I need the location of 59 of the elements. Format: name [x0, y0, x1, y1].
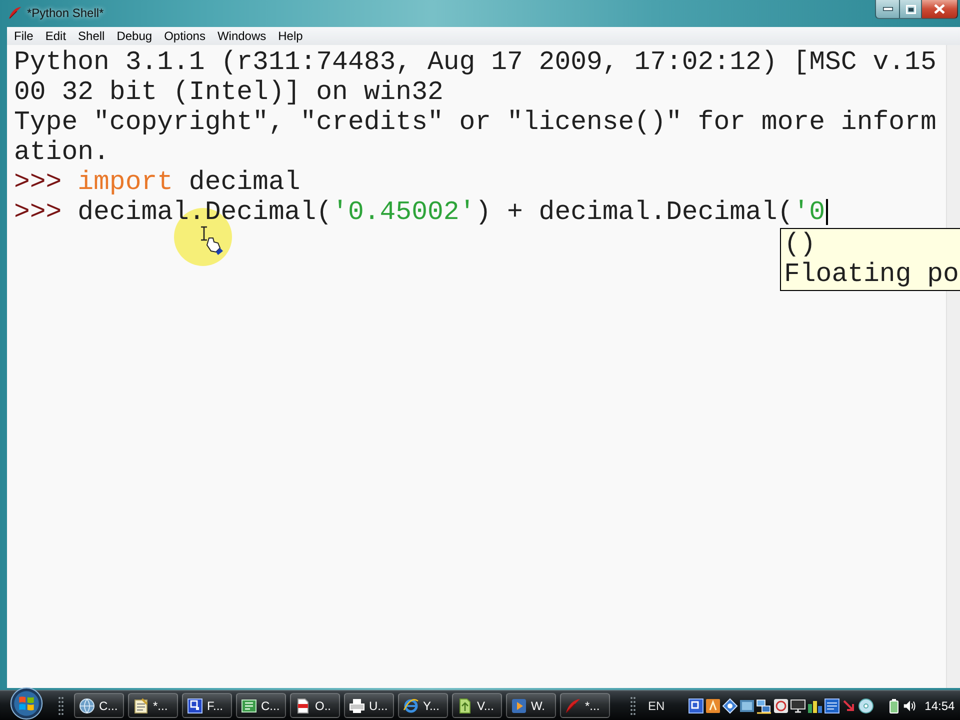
printer-icon [349, 698, 365, 714]
menu-item[interactable]: Options [158, 29, 212, 43]
notepad-icon [133, 698, 149, 714]
taskbar-button[interactable]: C... [74, 693, 124, 718]
output-line: Python 3.1.1 (r311:74483, Aug 17 2009, 17:02:12) [MSC v.1500 32 bit (Intel)] on win32 [14, 47, 938, 107]
code-line: import decimal [78, 167, 300, 197]
window-title: *Python Shell* [27, 6, 104, 20]
start-button[interactable] [10, 687, 43, 720]
lines-tile-icon [241, 698, 257, 714]
document-icon [295, 698, 311, 714]
monitor-icon[interactable] [790, 698, 806, 714]
grip-icon [58, 696, 64, 716]
menu-item[interactable]: File [8, 29, 40, 43]
prompt-text: >>> [14, 197, 62, 227]
minimize-button[interactable] [875, 0, 900, 19]
maximize-icon [906, 4, 916, 14]
menu-item[interactable]: Shell [72, 29, 111, 43]
taskbar-button[interactable]: W. [506, 693, 556, 718]
globe-icon [79, 698, 95, 714]
taskbar-button[interactable]: *... [128, 693, 178, 718]
network-icon[interactable] [756, 698, 772, 714]
grip-icon [630, 696, 636, 716]
maximize-button[interactable] [900, 0, 922, 19]
taskbar-button[interactable]: Y... [398, 693, 448, 718]
arrow-icon[interactable] [840, 698, 857, 714]
taskbar-button[interactable]: O.. [290, 693, 340, 718]
menu-item[interactable]: Windows [211, 29, 272, 43]
prompt-text: >>> [14, 167, 62, 197]
window-icon[interactable] [688, 698, 704, 714]
menu-item[interactable]: Edit [39, 29, 72, 43]
ring-icon[interactable] [772, 698, 789, 714]
lines-tile-icon[interactable] [824, 698, 840, 714]
code-line: decimal.Decimal('0.45002') + decimal.Decimal('0 [78, 197, 826, 227]
taskbar-button[interactable]: *... [560, 693, 610, 718]
screen-icon[interactable] [738, 698, 755, 714]
feather-icon [565, 698, 581, 714]
chevron-tile-icon[interactable] [704, 698, 721, 714]
disc-icon[interactable] [858, 698, 874, 714]
browser-icon [403, 698, 419, 714]
language-indicator[interactable]: EN [648, 698, 665, 712]
diamond-icon[interactable] [722, 698, 738, 714]
taskbar-button[interactable]: U... [344, 693, 394, 718]
taskbar-button[interactable]: F... [182, 693, 232, 718]
output-line: Type "copyright", "credits" or "license()" for more information. [14, 107, 938, 167]
menu-item[interactable]: Help [272, 29, 309, 43]
window-icon [187, 698, 203, 714]
taskbar-button[interactable]: C... [236, 693, 286, 718]
close-button[interactable] [922, 0, 958, 19]
document-icon [457, 698, 473, 714]
battery-icon[interactable] [888, 698, 900, 714]
menu-item[interactable]: Debug [110, 29, 158, 43]
close-icon [934, 4, 945, 14]
calltip-text: () [784, 229, 817, 259]
clock-text: 14:54 [924, 698, 955, 712]
taskbar-button[interactable]: V... [452, 693, 502, 718]
minimize-icon [882, 7, 892, 11]
calltip-text: Floating po [784, 259, 960, 289]
play-icon [511, 698, 527, 714]
feather-icon [8, 6, 22, 20]
